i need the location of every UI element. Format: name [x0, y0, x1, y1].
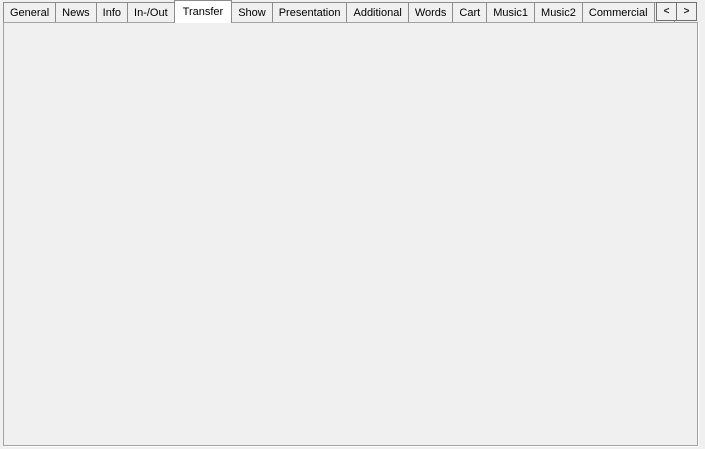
- tab-show[interactable]: Show: [231, 2, 273, 22]
- chevron-left-icon: <: [664, 6, 670, 17]
- tab-in-out[interactable]: In-/Out: [127, 2, 175, 22]
- transfer-pane: [3, 22, 698, 446]
- tab-cart[interactable]: Cart: [452, 2, 487, 22]
- tab-scroll-left-button[interactable]: <: [656, 2, 677, 21]
- tab-presentation[interactable]: Presentation: [272, 2, 348, 22]
- tab-music1[interactable]: Music1: [486, 2, 535, 22]
- tab-info[interactable]: Info: [96, 2, 128, 22]
- tab-words[interactable]: Words: [408, 2, 454, 22]
- tab-commercial[interactable]: Commercial: [582, 2, 655, 22]
- transfer-tab-page: General News Info In-/Out Transfer Show …: [0, 0, 705, 449]
- tab-transfer[interactable]: Transfer: [174, 0, 233, 23]
- tab-music2[interactable]: Music2: [534, 2, 583, 22]
- tab-strip: General News Info In-/Out Transfer Show …: [3, 0, 705, 23]
- tab-scroll-buttons: < >: [657, 2, 697, 21]
- tab-additional[interactable]: Additional: [346, 2, 408, 22]
- chevron-right-icon: >: [684, 6, 690, 17]
- tab-general[interactable]: General: [3, 2, 56, 22]
- tab-news[interactable]: News: [55, 2, 97, 22]
- tab-scroll-right-button[interactable]: >: [676, 2, 697, 21]
